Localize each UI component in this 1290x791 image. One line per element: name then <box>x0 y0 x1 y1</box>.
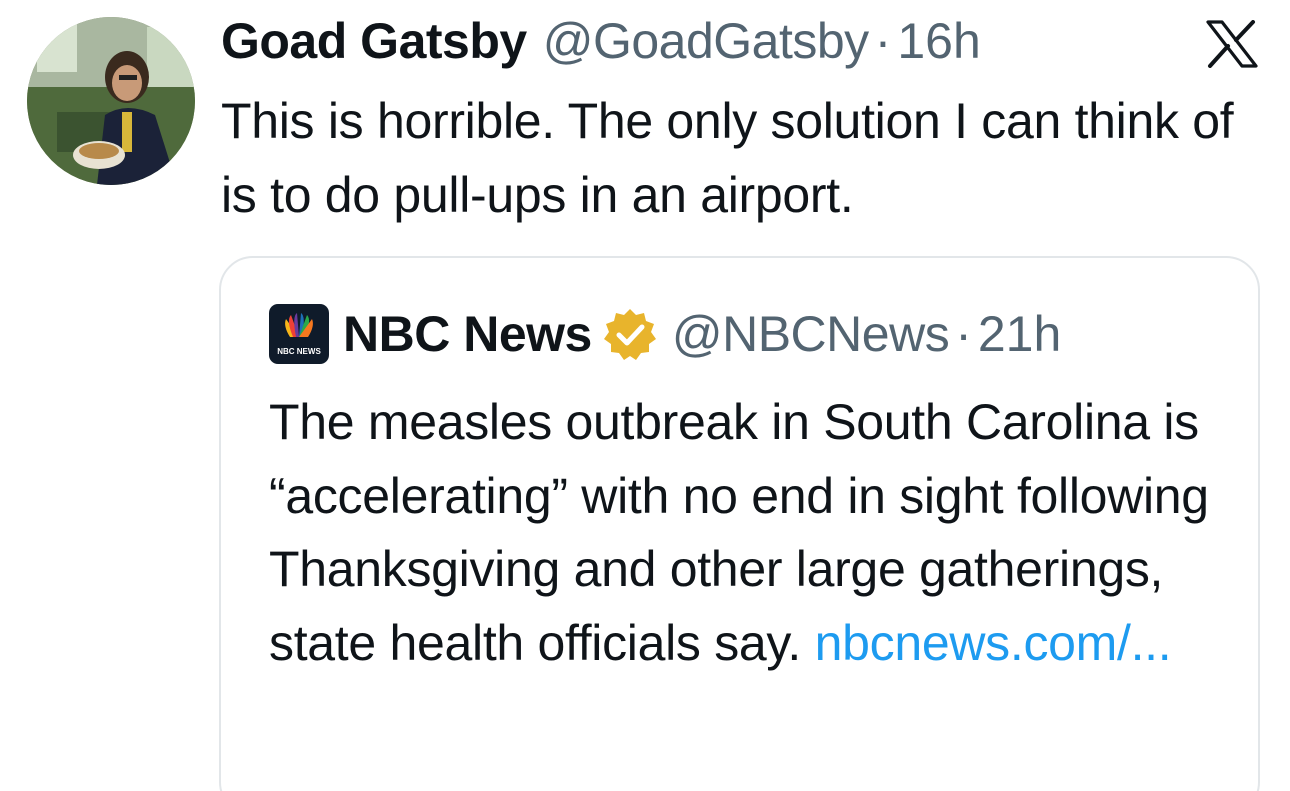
article-link[interactable]: nbcnews.com/... <box>815 615 1172 671</box>
author-handle[interactable]: @GoadGatsby <box>543 12 869 70</box>
x-logo-icon <box>1206 20 1258 68</box>
meta-separator: · <box>874 13 892 69</box>
tweet-timestamp[interactable]: 16h <box>897 12 980 70</box>
avatar-image <box>27 17 195 185</box>
quoted-meta-separator: · <box>955 306 972 362</box>
nbc-news-logo[interactable]: NBC NEWS <box>269 304 329 364</box>
quoted-tweet-header: NBC NEWS NBC News @NBCNews · 21h <box>269 302 1061 366</box>
tweet-text: This is horrible. The only solution I ca… <box>221 93 1234 223</box>
quoted-author-name[interactable]: NBC News <box>343 305 592 363</box>
verified-badge-icon <box>603 309 656 360</box>
quoted-tweet-timestamp[interactable]: 21h <box>978 305 1061 363</box>
quoted-tweet[interactable]: NBC NEWS NBC News @NBCNews · 21h The mea… <box>219 256 1260 791</box>
author-name[interactable]: Goad Gatsby <box>221 12 527 70</box>
quoted-author-handle[interactable]: @NBCNews <box>672 305 950 363</box>
peacock-icon: NBC NEWS <box>277 313 321 356</box>
tweet-card[interactable]: Goad Gatsby @GoadGatsby · 16h This is ho… <box>0 0 1290 791</box>
logo-text: NBC NEWS <box>277 347 321 356</box>
tweet-header: Goad Gatsby @GoadGatsby · 16h <box>221 10 981 72</box>
quoted-tweet-text: The measles outbreak in South Carolina i… <box>269 386 1229 680</box>
author-avatar[interactable] <box>27 17 195 185</box>
